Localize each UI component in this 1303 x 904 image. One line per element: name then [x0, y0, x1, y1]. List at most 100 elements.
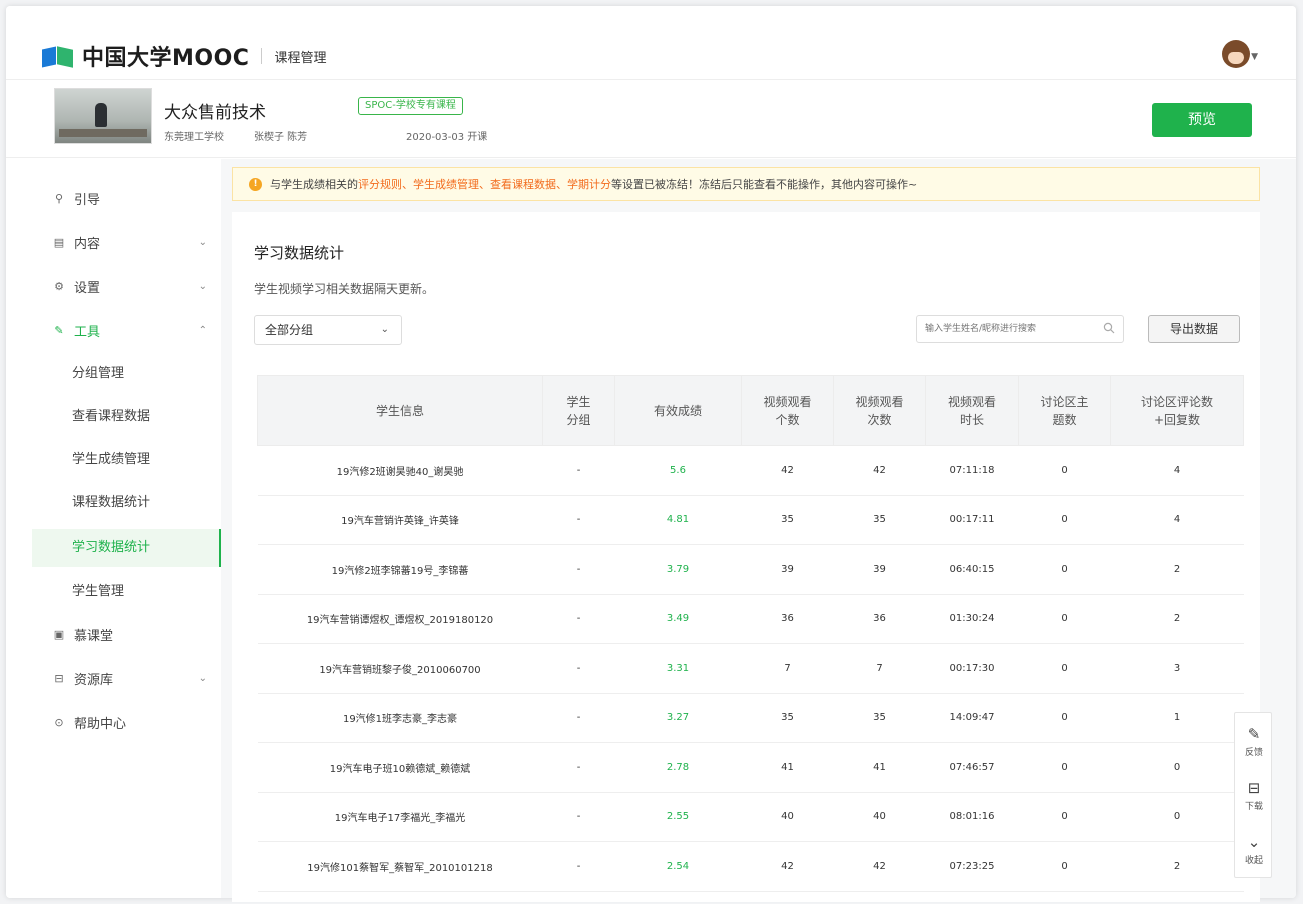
col-student-group-cell: -	[542, 495, 615, 545]
col-video-duration-cell: 14:09:47	[925, 693, 1019, 743]
section-title: 课程管理	[274, 50, 327, 66]
col-student-info-cell: 19汽车营销谭煜权_谭煜权_2019180120	[257, 594, 543, 644]
brand-name: 中国大学MOOC	[82, 46, 250, 71]
col-forum-replies-cell: 4	[1110, 495, 1244, 545]
col-forum-replies-cell: 4	[1110, 445, 1244, 496]
col-forum-topics-cell: 0	[1018, 495, 1111, 545]
col-forum-topics-cell: 0	[1018, 544, 1111, 595]
col-video-views-cell: 42	[833, 445, 926, 496]
col-video-views-cell: 35	[833, 693, 926, 743]
table-row[interactable]: 19汽修2班谢昊驰40_谢昊驰 -5.6 42 42 07:11:18 0 4	[257, 445, 1244, 496]
col-student-group-cell: -	[542, 594, 615, 644]
sidebar-item-resources[interactable]: ⊟ 资源库 ⌄	[6, 659, 221, 697]
chevron-down-icon: ⌄	[198, 236, 207, 248]
col-forum-topics-cell: 0	[1018, 841, 1111, 892]
feedback-button[interactable]: ✎ 反馈	[1235, 717, 1273, 769]
sidebar-sub-learning-stats[interactable]: 学习数据统计	[32, 529, 221, 567]
download-icon: ⊟	[1247, 779, 1261, 797]
sidebar-item-classroom[interactable]: ▣ 慕课堂	[6, 615, 221, 653]
table-row[interactable]: 19汽车营销班黎子俊_2010060700-3.31 7 7 00:17:30 0 3	[257, 643, 1244, 694]
document-icon: ▤	[53, 235, 65, 249]
col-forum-topics-cell: 0	[1018, 742, 1111, 793]
search-icon[interactable]	[1103, 322, 1115, 334]
course-type-badge: SPOC-学校专有课程	[358, 97, 463, 115]
warning-icon: !	[249, 177, 262, 191]
export-data-button[interactable]: 导出数据	[1148, 315, 1240, 343]
col-student-info-cell: 19汽车电子班10赖德斌_赖德斌	[257, 742, 543, 793]
sidebar-sub-course-data[interactable]: 查看课程数据	[32, 398, 221, 436]
col-forum-replies-cell: 2	[1110, 594, 1244, 644]
notice-suffix: 等设置已被冻结！冻结后只能查看不能操作，其他内容可操作~	[611, 178, 918, 191]
table-row[interactable]: 19汽修1班李志豪_李志豪 -3.27 35 35 14:09:47 0 1	[257, 693, 1244, 743]
col-student-group-cell: -	[542, 742, 615, 793]
table-row[interactable]: 19汽车电子17李福光_李福光 -2.55 40 40 08:01:16 0 0	[257, 792, 1244, 842]
table-row[interactable]: 19汽车电子班10赖德斌_赖德斌 -2.78 41 41 07:46:57 0 0	[257, 742, 1244, 793]
col-video-count-cell: 36	[741, 594, 834, 644]
col-student-info-cell: 19汽修101蔡智军_蔡智军_2010101218	[257, 841, 543, 892]
col-student-info-cell: 19汽修1班李志豪_李志豪	[257, 693, 543, 743]
sidebar-item-tools[interactable]: ✎ 工具 ⌃	[6, 311, 221, 349]
sidebar-item-settings[interactable]: ⚙ 设置 ⌄	[6, 267, 221, 305]
table-header-row: 学生信息 学生 分组 有效成绩 视频观看 个数 视频观看 次数 视频观看 时长 讨论区主 题…	[257, 375, 1244, 446]
sidebar-sub-grade-manage[interactable]: 学生成绩管理	[32, 441, 221, 479]
col-student-group-cell: -	[542, 841, 615, 892]
col-video-duration-cell: 06:40:15	[925, 544, 1019, 595]
pin-icon: ⚲	[54, 191, 64, 205]
col-video-count-cell: 42	[741, 445, 834, 496]
group-filter-select[interactable]: 全部分组 ⌄	[254, 315, 402, 345]
col-student-info-cell: 19汽车营销班黎子俊_2010060700	[257, 643, 543, 694]
table-row[interactable]: 19汽车营销谭煜权_谭煜权_2019180120-3.49 36 36 01:30:2…	[257, 594, 1244, 644]
chevron-down-icon[interactable]: ▼	[1251, 52, 1258, 62]
course-start-date: 2020-03-03 开课	[406, 132, 488, 143]
col-forum-topics-header: 讨论区主 题数	[1018, 375, 1111, 446]
sidebar-item-help[interactable]: ⊙ 帮助中心	[6, 703, 221, 741]
col-student-group-cell: -	[542, 693, 615, 743]
logo[interactable]: 中国大学MOOC 课程管理	[42, 40, 326, 72]
freeze-notice: ! 与学生成绩相关的 评分规则、学生成绩管理、查看课程数据、学期计分 等设置已被…	[232, 167, 1260, 201]
col-video-duration-cell: 08:01:16	[925, 792, 1019, 842]
col-student-group-cell: -	[542, 445, 615, 496]
col-video-views-cell: 7	[833, 643, 926, 694]
table-row[interactable]: 19汽修2班李锦蕃19号_李锦蕃 -3.79 39 39 06:40:15 0 2	[257, 544, 1244, 595]
chevron-down-icon: ⌄	[198, 280, 207, 292]
col-video-count-cell: 35	[741, 693, 834, 743]
sidebar-sub-group-manage[interactable]: 分组管理	[32, 355, 221, 393]
avatar[interactable]	[1222, 40, 1250, 68]
sidebar: ⚲ 引导 ▤ 内容 ⌄ ⚙ 设置 ⌄ ✎ 工具 ⌃ 分组管理 查看课程数据 学生…	[6, 159, 221, 898]
col-video-views-cell: 36	[833, 594, 926, 644]
sidebar-sub-course-stats[interactable]: 课程数据统计	[32, 484, 221, 522]
preview-button[interactable]: 预览	[1152, 103, 1252, 137]
help-icon: ⊙	[54, 715, 64, 729]
col-student-info-cell: 19汽修2班谢昊驰40_谢昊驰	[257, 445, 543, 496]
group-filter-value: 全部分组	[265, 323, 314, 337]
edit-icon: ✎	[1247, 725, 1261, 743]
wrench-icon: ✎	[54, 323, 64, 337]
col-valid-score-header: 有效成绩	[614, 375, 742, 446]
mooc-logo-icon	[42, 45, 74, 68]
col-video-duration-cell: 00:17:11	[925, 495, 1019, 545]
page-description: 学生视频学习相关数据隔天更新。	[254, 282, 435, 296]
col-video-duration-cell: 07:11:18	[925, 445, 1019, 496]
sidebar-item-content[interactable]: ▤ 内容 ⌄	[6, 223, 221, 261]
col-valid-score-cell: 3.49	[614, 594, 742, 644]
search-box[interactable]	[916, 315, 1124, 343]
sidebar-item-guide[interactable]: ⚲ 引导	[6, 179, 221, 217]
col-forum-replies-cell: 0	[1110, 742, 1244, 793]
course-title: 大众售前技术	[164, 103, 266, 123]
collapse-button[interactable]: ⌄ 收起	[1235, 825, 1273, 877]
search-input[interactable]	[917, 316, 1087, 342]
course-thumbnail	[54, 88, 152, 144]
gear-icon: ⚙	[54, 279, 64, 293]
col-valid-score-cell: 3.79	[614, 544, 742, 595]
col-video-duration-cell: 00:17:30	[925, 643, 1019, 694]
page-title: 学习数据统计	[254, 244, 345, 262]
download-button[interactable]: ⊟ 下载	[1235, 771, 1273, 823]
table-row[interactable]: 19汽车营销许英锋_许英锋 -4.81 35 35 00:17:11 0 4	[257, 495, 1244, 545]
top-bar: 中国大学MOOC 课程管理 ▼	[6, 6, 1296, 80]
col-video-views-cell: 39	[833, 544, 926, 595]
divider	[261, 48, 263, 64]
col-student-group-cell: -	[542, 792, 615, 842]
col-student-group-cell: -	[542, 544, 615, 595]
table-row[interactable]: 19汽修101蔡智军_蔡智军_2010101218-2.54 42 42 07:23:…	[257, 841, 1244, 892]
sidebar-sub-student-manage[interactable]: 学生管理	[32, 573, 221, 611]
